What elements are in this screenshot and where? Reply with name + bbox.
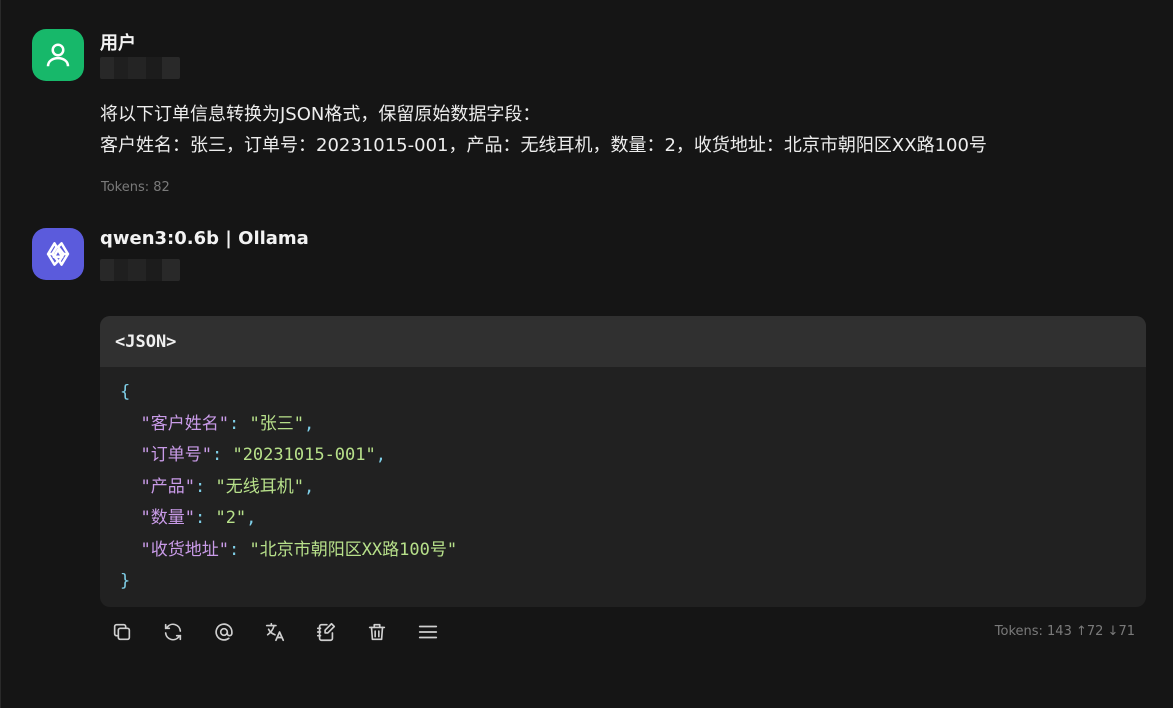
- edit-button[interactable]: [312, 618, 339, 645]
- edit-icon: [316, 622, 335, 641]
- sender-name: 用户: [100, 33, 136, 54]
- menu-icon: [418, 625, 437, 638]
- json-line: "客户姓名": "张三",: [140, 413, 315, 434]
- mention-button[interactable]: [210, 618, 237, 645]
- translate-icon: [265, 622, 284, 641]
- delete-icon: [368, 623, 385, 640]
- more-menu-button[interactable]: [414, 618, 441, 645]
- qwen-logo-icon: [46, 242, 70, 266]
- timestamp-redacted: [100, 259, 180, 281]
- json-key: "收货地址": [140, 539, 229, 560]
- user-avatar[interactable]: [32, 29, 84, 81]
- regenerate-icon: [164, 622, 181, 641]
- token-count: Tokens: 82: [101, 180, 170, 195]
- json-value: "张三": [249, 413, 304, 434]
- json-line: "订单号": "20231015-001",: [140, 445, 386, 465]
- message-actions: [108, 618, 441, 645]
- code-block: <JSON> { "客户姓名": "张三", "订单号": "20231015-…: [100, 316, 1146, 607]
- sender-name: qwen3:0.6b | Ollama: [100, 228, 309, 249]
- json-key: "客户姓名": [140, 413, 229, 434]
- json-key: "产品": [140, 476, 195, 497]
- code-content: { "客户姓名": "张三", "订单号": "20231015-001", "…: [100, 367, 1146, 598]
- user-message: 用户 将以下订单信息转换为JSON格式，保留原始数据字段： 客户姓名：张三，订单…: [32, 29, 1145, 199]
- message-text: 将以下订单信息转换为JSON格式，保留原始数据字段： 客户姓名：张三，订单号：2…: [100, 99, 987, 161]
- copy-icon: [113, 623, 130, 640]
- json-value: "20231015-001": [232, 445, 376, 465]
- json-line: "数量": "2",: [140, 508, 257, 528]
- timestamp-redacted: [100, 57, 180, 79]
- code-language-label: <JSON>: [100, 316, 1146, 367]
- delete-button[interactable]: [363, 618, 390, 645]
- json-value: "无线耳机": [215, 476, 304, 497]
- translate-button[interactable]: [261, 618, 288, 645]
- model-avatar[interactable]: [32, 228, 84, 280]
- json-key: "订单号": [140, 445, 212, 465]
- user-icon: [46, 43, 70, 67]
- json-line: "收货地址": "北京市朝阳区XX路100号": [140, 539, 458, 560]
- json-value: "2": [215, 508, 247, 528]
- json-value: "北京市朝阳区XX路100号": [249, 539, 458, 560]
- message-line: 将以下订单信息转换为JSON格式，保留原始数据字段：: [100, 104, 541, 125]
- json-line: "产品": "无线耳机",: [140, 476, 315, 497]
- message-line: 客户姓名：张三，订单号：20231015-001，产品：无线耳机，数量：2，收货…: [100, 135, 987, 156]
- json-open-brace: {: [120, 382, 131, 402]
- mention-icon: [214, 622, 233, 641]
- regenerate-button[interactable]: [159, 618, 186, 645]
- json-key: "数量": [140, 508, 195, 528]
- copy-button[interactable]: [108, 618, 135, 645]
- json-close-brace: }: [120, 571, 131, 591]
- chat-page: 用户 将以下订单信息转换为JSON格式，保留原始数据字段： 客户姓名：张三，订单…: [0, 0, 1173, 708]
- token-count: Tokens: 143 ↑72 ↓71: [994, 624, 1135, 639]
- assistant-message: qwen3:0.6b | Ollama <JSON> { "客户姓名": "张三…: [32, 228, 1146, 648]
